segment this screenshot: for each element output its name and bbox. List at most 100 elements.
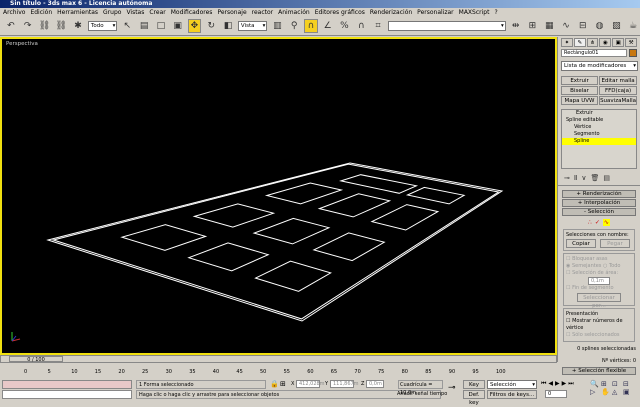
room-spline[interactable] <box>405 186 466 205</box>
material-editor-icon[interactable]: ◍ <box>593 19 607 33</box>
object-name-field[interactable]: Rectángulo01 <box>561 49 627 57</box>
rollout-interpolation[interactable]: + Interpolación <box>562 199 636 207</box>
stack-item[interactable]: Segmento <box>562 131 636 138</box>
menu-item[interactable]: Personaje <box>217 8 246 17</box>
modifier-button[interactable]: FFD(caja) <box>599 86 637 95</box>
configure-sets-icon[interactable]: ▤ <box>603 174 610 182</box>
room-spline[interactable] <box>317 193 392 218</box>
lock-selection-icon[interactable]: 🔒 <box>270 380 279 388</box>
only-selected-checkbox[interactable]: ☐ Sólo seleccionados <box>566 332 632 339</box>
quick-render-icon[interactable]: ☕ <box>626 19 640 33</box>
room-spline[interactable] <box>192 203 276 228</box>
add-time-tag[interactable]: Añadir señal tiempo <box>397 390 447 399</box>
menu-item[interactable]: reactor <box>252 8 274 17</box>
link-icon[interactable]: ⛓ <box>38 19 52 33</box>
menu-item[interactable]: Modificadores <box>171 8 213 17</box>
layer-icon[interactable]: ▦ <box>542 19 556 33</box>
utilities-tab-icon[interactable]: ⚒ <box>625 38 637 47</box>
room-spline[interactable] <box>252 217 331 245</box>
pin-stack-icon[interactable]: ⊸ <box>564 174 570 182</box>
orbit-icon[interactable]: ◬ <box>612 388 623 396</box>
room-spline[interactable] <box>370 204 440 231</box>
modifier-button[interactable]: Editar malla <box>599 76 637 85</box>
z-coordinate-field[interactable]: 0,0m <box>366 380 384 388</box>
menu-item[interactable]: Renderización <box>370 8 412 17</box>
floor-inner-outline[interactable] <box>51 163 500 320</box>
undo-icon[interactable]: ↶ <box>4 19 18 33</box>
room-spline[interactable] <box>187 242 270 272</box>
absolute-mode-icon[interactable]: ⊞ <box>280 380 286 388</box>
viewport-label[interactable]: Perspectiva <box>6 41 38 47</box>
mirror-icon[interactable]: ⇹ <box>509 19 523 33</box>
next-frame-icon[interactable]: ▶ <box>562 380 567 388</box>
spinner-snap-icon[interactable]: ∩ <box>354 19 368 33</box>
track-bar[interactable]: 0 5 10 15 20 25 30 35 40 45 50 55 60 65 70 75 80 85 90 95 10… <box>0 363 557 377</box>
paste-button[interactable]: Pegar <box>600 239 630 248</box>
room-spline[interactable] <box>264 182 344 205</box>
x-coordinate-field[interactable]: 412,028m <box>296 380 325 388</box>
manipulate-icon[interactable]: ⚲ <box>287 19 301 33</box>
room-spline[interactable] <box>312 232 386 262</box>
lock-handles-checkbox[interactable]: ☐ Bloquear asas <box>566 256 632 263</box>
maxscript-listener[interactable] <box>2 380 132 389</box>
menu-item[interactable]: Herramientas <box>57 8 98 17</box>
copy-button[interactable]: Copiar <box>566 239 596 248</box>
rollout-selection[interactable]: - Selección <box>562 208 636 216</box>
select-by-button[interactable]: Seleccionar por... <box>577 293 621 309</box>
area-value-field[interactable]: 0,1m <box>588 277 610 285</box>
rotate-icon[interactable]: ↻ <box>204 19 218 33</box>
modifier-button[interactable]: SuavizaMalla <box>599 96 637 105</box>
zoom-extents-all-icon[interactable]: ⊟ <box>623 380 634 388</box>
show-end-result-icon[interactable]: Ⅱ <box>574 174 577 182</box>
menu-item[interactable]: Crear <box>149 8 165 17</box>
perspective-viewport[interactable]: Perspectiva <box>0 37 557 355</box>
current-frame-field[interactable]: 0 <box>545 390 567 398</box>
menu-item[interactable]: Edición <box>30 8 52 17</box>
stack-item[interactable]: Extruir <box>562 110 636 117</box>
menu-item[interactable]: MAXScript <box>459 8 490 17</box>
unlink-icon[interactable]: ⛓ <box>54 19 68 33</box>
curve-editor-icon[interactable]: ∿ <box>559 19 573 33</box>
menu-item[interactable]: Animación <box>278 8 310 17</box>
selection-filter-dropdown[interactable]: Todo <box>87 21 118 31</box>
maxscript-input[interactable] <box>2 390 132 399</box>
rollout-render[interactable]: + Renderización <box>562 190 636 198</box>
show-vertex-numbers-checkbox[interactable]: ☐ Mostrar números de vértice <box>566 318 632 332</box>
room-spline[interactable] <box>254 260 332 292</box>
menu-item[interactable]: Vistas <box>126 8 144 17</box>
angle-snap-icon[interactable]: ∠ <box>321 19 335 33</box>
make-unique-icon[interactable]: ∨ <box>581 174 586 182</box>
move-icon[interactable]: ✥ <box>187 19 202 33</box>
zoom-extents-icon[interactable]: ⊡ <box>612 380 623 388</box>
time-slider[interactable]: 0 / 100 <box>0 355 557 363</box>
snap-icon[interactable]: ∩ <box>304 19 318 33</box>
bind-space-warp-icon[interactable]: ✱ <box>71 19 85 33</box>
motion-tab-icon[interactable]: ◉ <box>599 38 612 47</box>
time-slider-thumb[interactable]: 0 / 100 <box>9 356 63 363</box>
select-by-name-icon[interactable]: ▤ <box>137 19 151 33</box>
area-selection-checkbox[interactable]: ☐ Selección de área: <box>566 270 632 277</box>
remove-modifier-icon[interactable]: 🗑 <box>590 174 599 182</box>
reference-coord-dropdown[interactable]: Vista <box>237 21 268 31</box>
stack-item[interactable]: Vértice <box>562 124 636 131</box>
schematic-icon[interactable]: ⊟ <box>576 19 590 33</box>
prev-frame-icon[interactable]: ◀ <box>548 380 553 388</box>
create-tab-icon[interactable]: ✦ <box>561 38 573 47</box>
room-spline[interactable] <box>339 174 419 194</box>
redo-icon[interactable]: ↷ <box>21 19 35 33</box>
named-selection-icon[interactable]: ⌗ <box>371 19 385 33</box>
window-crossing-icon[interactable]: ▣ <box>171 19 185 33</box>
percent-snap-icon[interactable]: % <box>338 19 352 33</box>
object-color-swatch[interactable] <box>629 49 637 57</box>
hierarchy-tab-icon[interactable]: ⋔ <box>586 38 599 47</box>
modifier-button[interactable]: Extruir <box>561 76 599 85</box>
rollout-soft-selection[interactable]: + Selección flexible <box>562 367 636 375</box>
menu-item[interactable]: Personalizar <box>417 8 453 17</box>
maximize-viewport-icon[interactable]: ▣ <box>623 388 634 396</box>
play-icon[interactable]: ▶ <box>555 380 560 388</box>
menu-item[interactable]: Archivo <box>3 8 25 17</box>
menu-item[interactable]: Grupo <box>103 8 121 17</box>
render-scene-icon[interactable]: ▨ <box>609 19 623 33</box>
key-mode-dropdown[interactable]: Selección <box>487 380 537 390</box>
segment-level-icon[interactable]: ✓ <box>595 219 600 226</box>
